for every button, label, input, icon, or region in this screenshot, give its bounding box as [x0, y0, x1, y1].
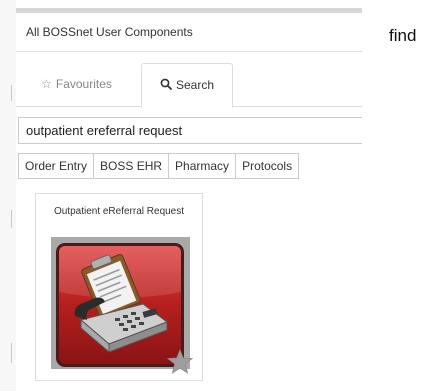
filter-boss-ehr[interactable]: BOSS EHR: [93, 153, 170, 179]
tab-search[interactable]: Search: [141, 63, 233, 108]
tab-search-label: Search: [175, 78, 215, 92]
clipboard-telephone-icon: [56, 243, 184, 367]
search-icon: [160, 64, 172, 107]
tab-favourites[interactable]: ☆ Favourites: [21, 63, 132, 107]
filter-order-entry[interactable]: Order Entry: [18, 153, 95, 179]
filter-buttons: Order Entry BOSS EHR Pharmacy Protocols: [18, 153, 300, 179]
star-icon[interactable]: [166, 348, 194, 379]
edge-tick: [11, 210, 12, 228]
filter-pharmacy[interactable]: Pharmacy: [168, 153, 237, 179]
side-note-text: find: [389, 26, 417, 45]
panel-title: All BOSSnet User Components: [16, 13, 362, 52]
search-input[interactable]: [18, 117, 362, 144]
result-tile-title: Outpatient eReferral Request: [53, 206, 185, 217]
tab-favourites-label: Favourites: [55, 77, 112, 91]
tab-strip: ☆ Favourites Search: [16, 63, 362, 108]
star-outline-icon: ☆: [41, 77, 52, 91]
filter-protocols[interactable]: Protocols: [235, 153, 300, 179]
edge-tick: [11, 85, 12, 101]
components-panel: All BOSSnet User Components ☆ Favourites …: [16, 0, 362, 391]
edge-tick: [11, 343, 12, 363]
left-edge-strip: [0, 0, 16, 391]
result-tile-outpatient-ereferral[interactable]: Outpatient eReferral Request: [35, 193, 203, 381]
